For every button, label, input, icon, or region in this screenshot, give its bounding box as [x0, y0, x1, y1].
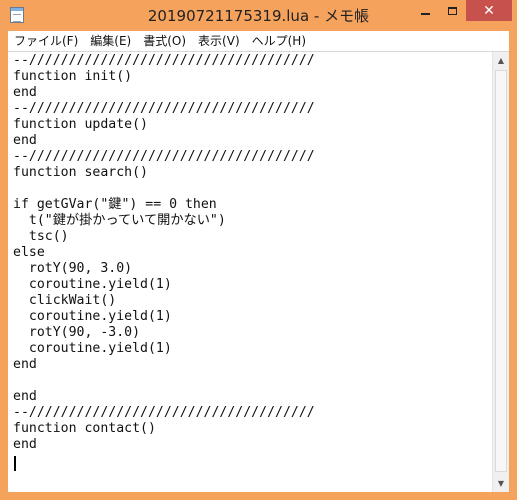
close-icon: ✕ — [483, 2, 495, 19]
minimize-button[interactable] — [412, 0, 439, 21]
menu-edit[interactable]: 編集(E) — [84, 31, 137, 51]
scrollbar-thumb[interactable] — [495, 70, 507, 472]
minimize-icon — [421, 12, 430, 15]
menu-help[interactable]: ヘルプ(H) — [246, 31, 312, 51]
menu-view[interactable]: 表示(V) — [192, 31, 246, 51]
title-bar[interactable]: 20190721175319.lua - メモ帳 ✕ — [0, 0, 517, 31]
close-button[interactable]: ✕ — [466, 0, 512, 21]
menu-file[interactable]: ファイル(F) — [8, 31, 84, 51]
text-editor[interactable]: --//////////////////////////////////// f… — [8, 51, 509, 492]
menu-format[interactable]: 書式(O) — [137, 31, 192, 51]
maximize-button[interactable] — [439, 0, 466, 21]
arrow-down-icon[interactable]: ▼ — [493, 475, 509, 492]
maximize-icon — [448, 6, 457, 15]
arrow-up-icon[interactable]: ▲ — [493, 52, 509, 69]
text-caret — [14, 456, 16, 471]
editor-content[interactable]: --//////////////////////////////////// f… — [13, 53, 315, 453]
menu-bar: ファイル(F) 編集(E) 書式(O) 表示(V) ヘルプ(H) — [8, 31, 509, 51]
notepad-window: 20190721175319.lua - メモ帳 ✕ ファイル(F) 編集(E)… — [0, 0, 517, 500]
vertical-scrollbar[interactable]: ▲ ▼ — [492, 52, 509, 492]
